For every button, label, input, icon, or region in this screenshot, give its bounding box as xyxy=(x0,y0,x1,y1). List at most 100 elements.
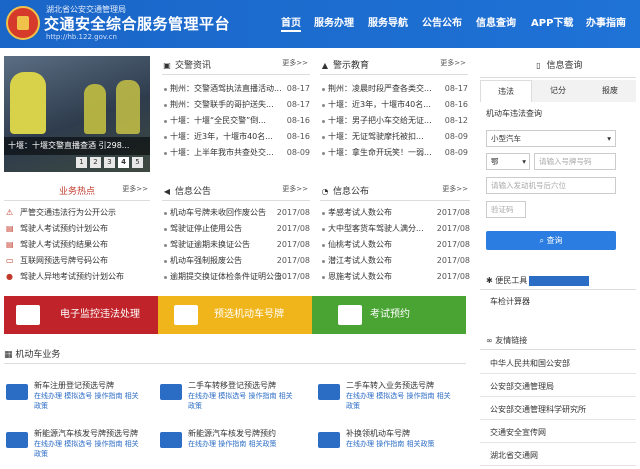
item-title[interactable]: 严管交通违法行为公开公示 xyxy=(20,206,116,220)
carousel-caption[interactable]: 十堰：十堰交警直播查酒 引298... xyxy=(4,137,150,155)
list-item[interactable]: 驾驶证逾期未换证公告 2017/08 xyxy=(164,238,310,252)
item-title[interactable]: 十堰：近3年，十堰市40名... xyxy=(170,130,273,144)
nav-announcements[interactable]: 公告公布 xyxy=(422,16,462,32)
item-title[interactable]: 恩施考试人数公布 xyxy=(328,270,392,284)
list-item[interactable]: 十堰：十堰“全民交警”倒... 08-16 xyxy=(164,114,310,128)
biz-item[interactable]: 二手车转入业务预选号牌 在线办理 模拟选号 操作指南 相关 政策 xyxy=(318,380,468,412)
list-item[interactable]: 潜江考试人数公布 2017/08 xyxy=(322,254,470,268)
biz-links[interactable]: 在线办理 模拟选号 操作指南 相关 xyxy=(346,391,451,401)
more-link[interactable]: 更多>> xyxy=(282,58,308,68)
biz-item[interactable]: 新能源汽车核发号牌预选号牌 在线办理 模拟选号 操作指南 相关 政策 xyxy=(6,428,156,460)
friend-link[interactable]: 公安部交通管理局 xyxy=(480,377,636,397)
carousel-page-4[interactable]: 4 xyxy=(118,157,129,168)
item-title[interactable]: 机动车强制报废公告 xyxy=(170,254,242,268)
item-title[interactable]: 驾驶人异地考试预约计划公布 xyxy=(20,270,124,284)
list-item[interactable]: 荆州：交警酒驾执法直播活动... 08-17 xyxy=(164,82,310,96)
nav-home[interactable]: 首页 xyxy=(281,16,301,32)
carousel-page-2[interactable]: 2 xyxy=(90,157,101,168)
site-title[interactable]: 交通安全综合服务管理平台 xyxy=(44,13,230,34)
more-link[interactable]: 更多>> xyxy=(122,184,148,194)
biz-links[interactable]: 在线办理 模拟选号 操作指南 相关 xyxy=(188,391,293,401)
item-title[interactable]: 十堰：无证驾驶摩托被扣... xyxy=(328,130,424,144)
list-item[interactable]: 荆州：交警联手的哥护送失... 08-17 xyxy=(164,98,310,112)
list-item[interactable]: 荆州：凌晨时段严查各类交... 08-17 xyxy=(322,82,468,96)
biz-title[interactable]: 新能源汽车核发号牌预选号牌 xyxy=(34,428,138,439)
list-item[interactable]: 逾期提交换证体检条件证明公告 2017/08 xyxy=(164,270,310,284)
tab-violation[interactable]: 违法 xyxy=(480,80,532,102)
list-item[interactable]: 驾驶证停止使用公告 2017/08 xyxy=(164,222,310,236)
biz-item[interactable]: 补换领机动车号牌 在线办理 操作指南 相关政策 xyxy=(318,428,468,460)
item-title[interactable]: 互联网预选号牌号码公布 xyxy=(20,254,108,268)
item-title[interactable]: 十堰：拿生命开玩笑！一弱... xyxy=(328,146,432,160)
nav-guide[interactable]: 办事指南 xyxy=(586,16,626,32)
biz-title[interactable]: 二手车转入业务预选号牌 xyxy=(346,380,434,391)
item-title[interactable]: 十堰：男子把小车交给无证... xyxy=(328,114,432,128)
list-item[interactable]: 十堰：上半年我市共查处交... 08-09 xyxy=(164,146,310,160)
item-title[interactable]: 荆州：交警联手的哥护送失... xyxy=(170,98,274,112)
biz-links[interactable]: 在线办理 操作指南 相关政策 xyxy=(346,439,434,449)
item-title[interactable]: 驾驶人考试预约结果公布 xyxy=(20,238,108,252)
item-title[interactable]: 孝感考试人数公布 xyxy=(328,206,392,220)
biz-title[interactable]: 新车注册登记预选号牌 xyxy=(34,380,114,391)
nav-info-query[interactable]: 信息查询 xyxy=(476,16,516,32)
biz-title[interactable]: 补换领机动车号牌 xyxy=(346,428,410,439)
biz-links[interactable]: 在线办理 模拟选号 操作指南 相关 xyxy=(34,439,139,449)
item-title[interactable]: 潜江考试人数公布 xyxy=(328,254,392,268)
list-item[interactable]: 机动车号牌未收回作废公告 2017/08 xyxy=(164,206,310,220)
item-title[interactable]: 荆州：凌晨时段严查各类交... xyxy=(328,82,432,96)
list-item[interactable]: 恩施考试人数公布 2017/08 xyxy=(322,270,470,284)
vehicle-type-select[interactable]: 小型汽车 ▾ xyxy=(486,130,616,147)
more-link[interactable]: 更多>> xyxy=(282,184,308,194)
biz-links[interactable]: 政策 xyxy=(188,401,202,411)
biz-links[interactable]: 在线办理 操作指南 相关政策 xyxy=(188,439,276,449)
biz-item[interactable]: 新能源汽车核发号牌预约 在线办理 操作指南 相关政策 xyxy=(160,428,310,460)
e-monitoring-violation-button[interactable]: 电子监控违法处理 xyxy=(4,296,158,334)
carousel-page-3[interactable]: 3 xyxy=(104,157,115,168)
list-item[interactable]: 大中型客货车驾驶人满分... 2017/08 xyxy=(322,222,470,236)
item-title[interactable]: 驾驶证逾期未换证公告 xyxy=(170,238,250,252)
list-item[interactable]: 仙桃考试人数公布 2017/08 xyxy=(322,238,470,252)
item-title[interactable]: 驾驶人考试预约计划公布 xyxy=(20,222,108,236)
list-item[interactable]: 孝感考试人数公布 2017/08 xyxy=(322,206,470,220)
list-item[interactable]: 十堰：男子把小车交给无证... 08-12 xyxy=(322,114,468,128)
item-title[interactable]: 十堰：十堰“全民交警”倒... xyxy=(170,114,266,128)
friend-link[interactable]: 中华人民共和国公安部 xyxy=(480,354,636,374)
nav-services[interactable]: 服务办理 xyxy=(314,16,354,32)
engine-number-input[interactable]: 请输入发动机号后六位 xyxy=(486,177,616,194)
news-carousel[interactable]: 十堰：十堰交警直播查酒 引298... 1 2 3 4 5 xyxy=(4,56,150,172)
biz-links[interactable]: 政策 xyxy=(346,401,360,411)
item-title[interactable]: 机动车号牌未收回作废公告 xyxy=(170,206,266,220)
carousel-page-5[interactable]: 5 xyxy=(132,157,143,168)
item-title[interactable]: 驾驶证停止使用公告 xyxy=(170,222,242,236)
plate-prefix-select[interactable]: 鄂 ▾ xyxy=(486,153,530,170)
more-link[interactable]: 更多>> xyxy=(442,184,468,194)
list-item[interactable]: 十堰：近3年，十堰市40名... 08-16 xyxy=(322,98,468,112)
item-title[interactable]: 大中型客货车驾驶人满分... xyxy=(328,222,424,236)
item-title[interactable]: 十堰：上半年我市共查处交... xyxy=(170,146,274,160)
biz-links[interactable]: 在线办理 模拟选号 操作指南 相关 xyxy=(34,391,139,401)
friend-link[interactable]: 交通安全宣传网 xyxy=(480,423,636,443)
item-title[interactable]: 荆州：交警酒驾执法直播活动... xyxy=(170,82,282,96)
list-item[interactable]: 十堰：无证驾驶摩托被扣... 08-09 xyxy=(322,130,468,144)
item-title[interactable]: 十堰：近3年，十堰市40名... xyxy=(328,98,431,112)
list-item[interactable]: ▭ 互联网预选号牌号码公布 xyxy=(6,254,150,268)
biz-item[interactable]: 二手车转移登记预选号牌 在线办理 模拟选号 操作指南 相关 政策 xyxy=(160,380,310,412)
item-title[interactable]: 逾期提交换证体检条件证明公告 xyxy=(170,270,282,284)
list-item[interactable]: ▤ 驾驶人考试预约计划公布 xyxy=(6,222,150,236)
captcha-input[interactable]: 验证码 xyxy=(486,201,526,218)
more-link[interactable]: 更多>> xyxy=(440,58,466,68)
list-item[interactable]: 十堰：近3年，十堰市40名... 08-16 xyxy=(164,130,310,144)
friend-link[interactable]: 湖北省交通网 xyxy=(480,446,636,466)
list-item[interactable]: ▤ 驾驶人考试预约结果公布 xyxy=(6,238,150,252)
list-item[interactable]: 机动车强制报废公告 2017/08 xyxy=(164,254,310,268)
nav-service-guide[interactable]: 服务导航 xyxy=(368,16,408,32)
friend-link[interactable]: 公安部交通管理科学研究所 xyxy=(480,400,636,420)
tab-scrap[interactable]: 报废 xyxy=(584,80,636,102)
biz-title[interactable]: 新能源汽车核发号牌预约 xyxy=(188,428,276,439)
list-item[interactable]: 十堰：拿生命开玩笑！一弱... 08-09 xyxy=(322,146,468,160)
nav-app-download[interactable]: APP下载 xyxy=(531,16,573,32)
car-check-calculator-link[interactable]: 车检计算器 xyxy=(490,296,530,307)
plate-preselect-button[interactable]: 预选机动车号牌 xyxy=(158,296,312,334)
biz-item[interactable]: 新车注册登记预选号牌 在线办理 模拟选号 操作指南 相关 政策 xyxy=(6,380,156,412)
query-button[interactable]: ⌕ 查询 xyxy=(486,231,616,250)
